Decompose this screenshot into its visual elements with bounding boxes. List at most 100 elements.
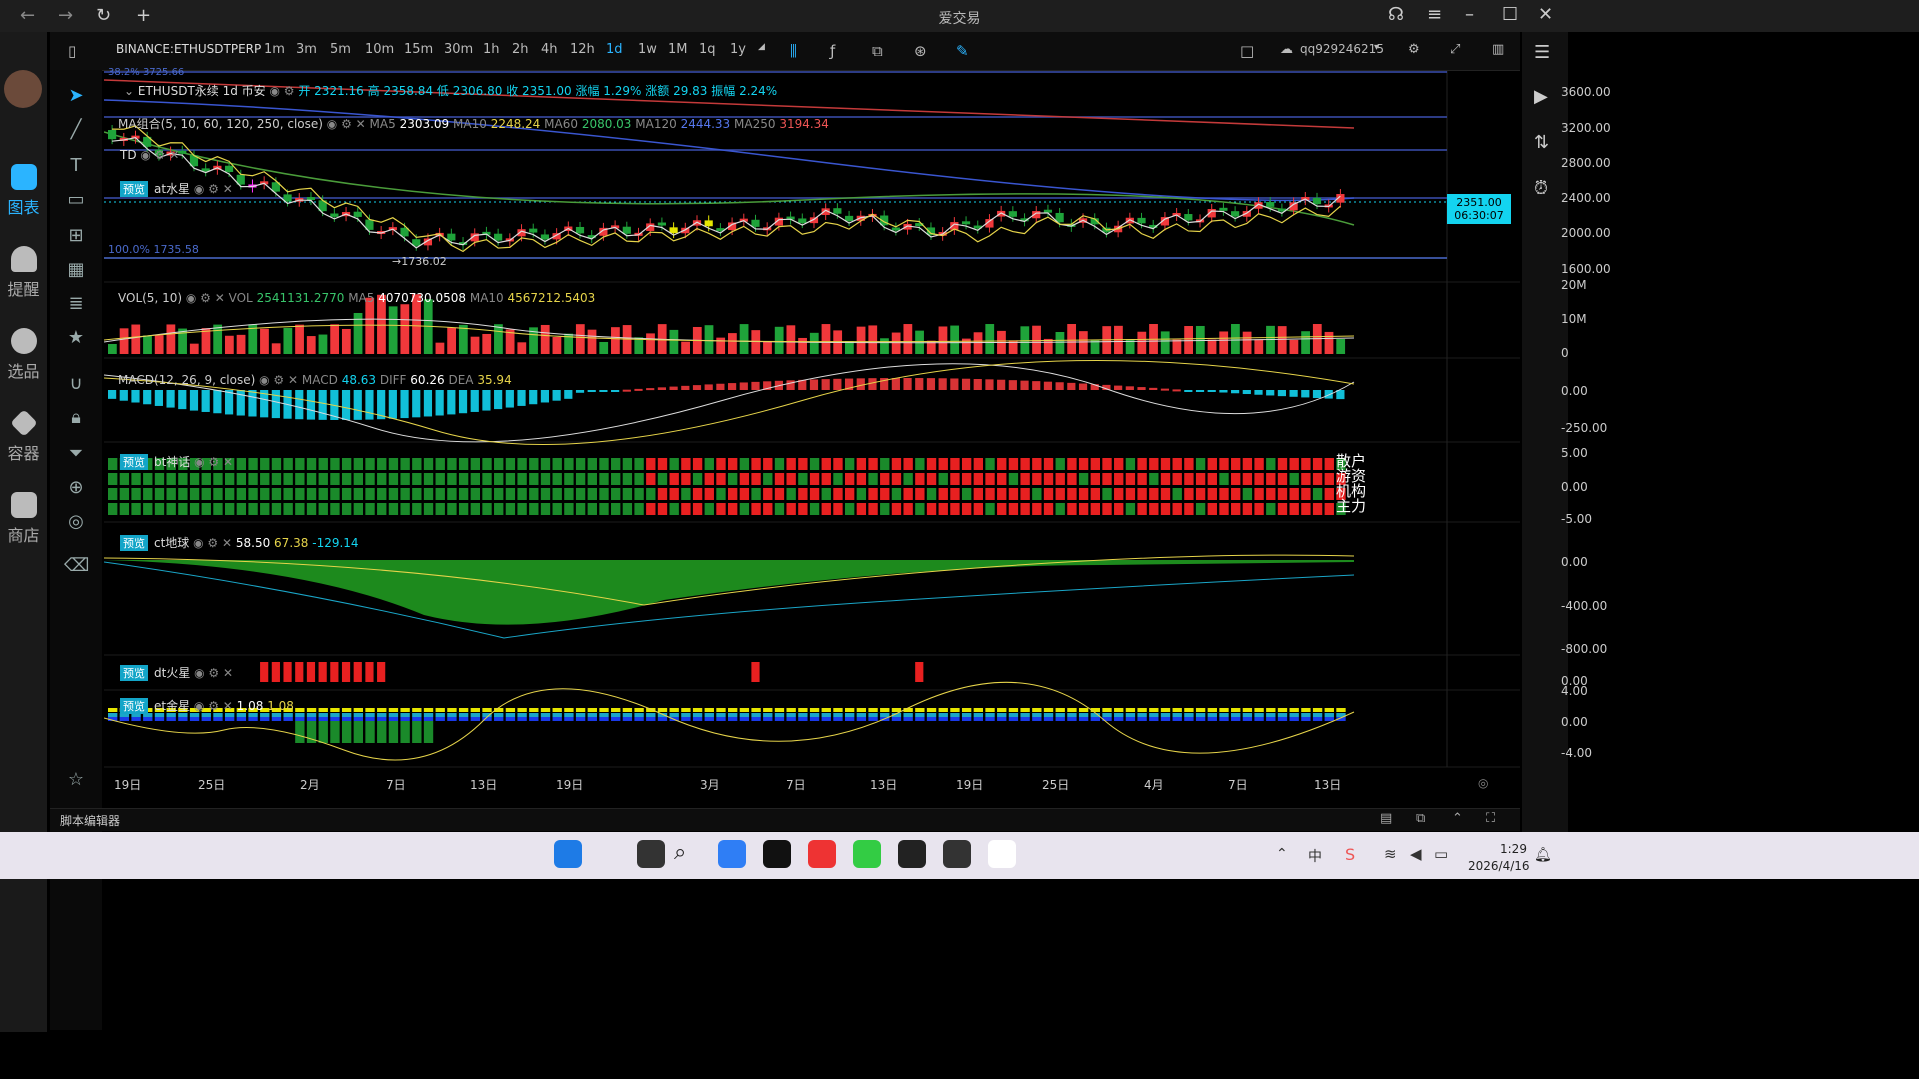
popout-icon[interactable]: ⧉ xyxy=(1416,811,1425,826)
chart-area[interactable]: 38.2% 3725.66 ⌄ ETHUSDT永续 1d 币安 ◉ ⚙ 开 23… xyxy=(104,67,1611,797)
bt-cell xyxy=(868,503,878,515)
lock-icon[interactable]: 🔒︎ xyxy=(64,406,88,430)
battery-icon[interactable]: ▭ xyxy=(1434,845,1448,863)
panel-layout-icon[interactable]: ▤ xyxy=(1380,811,1392,826)
eye-icon[interactable]: ◉ ⚙ xyxy=(270,84,299,98)
target-icon[interactable]: ⊕ xyxy=(64,476,88,500)
favorite-star-icon[interactable]: ☆ xyxy=(64,768,88,792)
candle-type-icon[interactable]: ⫼ xyxy=(790,42,797,60)
nav-item-store[interactable]: 商店 xyxy=(0,492,47,546)
star-icon[interactable]: ★ xyxy=(64,326,88,350)
table-icon[interactable]: ▦ xyxy=(64,258,88,282)
compare-icon[interactable]: ⧉ xyxy=(872,42,883,60)
headset-icon[interactable]: ☊ xyxy=(1388,4,1404,25)
chart-canvas[interactable] xyxy=(104,70,1520,797)
cloud-icon[interactable]: ☁ xyxy=(1280,42,1293,57)
tray-app-icon[interactable]: S xyxy=(1345,845,1355,864)
chevron-up-icon[interactable]: ⌃ xyxy=(1452,811,1463,826)
eye-off-icon[interactable]: ◎ xyxy=(64,510,88,534)
timeframe-1w[interactable]: 1w xyxy=(638,42,657,57)
at-controls-icon[interactable]: ◉ ⚙ ✕ xyxy=(190,182,233,196)
timeframe-5m[interactable]: 5m xyxy=(330,42,351,57)
text-icon[interactable]: T xyxy=(64,154,88,178)
start-icon[interactable] xyxy=(554,840,582,868)
search-icon[interactable]: ⌕ xyxy=(674,840,702,868)
rectangle-icon[interactable]: ▭ xyxy=(64,188,88,212)
nav-item-select[interactable]: 选品 xyxy=(0,328,47,382)
nav-item-alert[interactable]: 提醒 xyxy=(0,246,47,300)
app-icon[interactable] xyxy=(943,840,971,868)
magnet-icon[interactable]: ∪ xyxy=(64,372,88,396)
tiktok-icon[interactable] xyxy=(763,840,791,868)
trading-app-icon[interactable] xyxy=(898,840,926,868)
maximize-panel-icon[interactable]: ⛶ xyxy=(1486,811,1495,826)
watchlist-icon[interactable]: ☰ xyxy=(1534,42,1550,63)
qq-icon[interactable] xyxy=(988,840,1016,868)
settings-icon[interactable]: ⚙ xyxy=(1408,42,1420,57)
clock-time[interactable]: 1:29 xyxy=(1500,842,1527,856)
clock-date[interactable]: 2026/4/16 xyxy=(1468,859,1530,873)
timeframe-1h[interactable]: 1h xyxy=(483,42,500,57)
app-icon[interactable] xyxy=(637,840,665,868)
ma-controls-icon[interactable]: ◉ ⚙ ✕ xyxy=(327,117,370,131)
indicator-icon[interactable]: ƒ xyxy=(830,42,835,60)
messenger-icon[interactable] xyxy=(718,840,746,868)
replay-icon[interactable]: ⊛ xyxy=(914,42,927,60)
tray-chevron-icon[interactable]: ⌃ xyxy=(1276,846,1288,862)
maximize-icon[interactable]: ☐ xyxy=(1502,4,1518,25)
minimize-icon[interactable]: – xyxy=(1465,4,1474,25)
chevron-down-icon[interactable]: ▾ xyxy=(1374,42,1379,53)
line-icon[interactable]: ╱ xyxy=(64,118,88,142)
wps-icon[interactable] xyxy=(808,840,836,868)
timeframe-1q[interactable]: 1q xyxy=(699,42,716,57)
script-editor-tab[interactable]: 脚本编辑器 xyxy=(60,812,120,829)
close-icon[interactable]: ✕ xyxy=(1538,4,1553,25)
timeframe-30m[interactable]: 30m xyxy=(444,42,473,57)
chevron-down-icon[interactable]: ⌄ xyxy=(124,84,138,98)
et-controls-icon[interactable]: ◉ ⚙ ✕ xyxy=(190,699,237,713)
ime-icon[interactable]: 中 xyxy=(1308,846,1322,866)
timeframe-1d[interactable]: 1d xyxy=(606,42,623,57)
timeframe-12h[interactable]: 12h xyxy=(570,42,595,57)
drawing-icon[interactable]: ✎ xyxy=(956,42,969,60)
timeframe-1M[interactable]: 1M xyxy=(668,42,688,57)
fullscreen-box-icon[interactable]: □ xyxy=(1240,42,1254,60)
user-menu[interactable]: qq929246215 xyxy=(1300,42,1384,56)
trade-icon[interactable]: ⇅ xyxy=(1534,132,1549,153)
filter-icon[interactable]: ⏷ xyxy=(64,442,88,466)
timeframe-4h[interactable]: 4h xyxy=(541,42,558,57)
timeframe-1m[interactable]: 1m xyxy=(264,42,285,57)
timeframe-15m[interactable]: 15m xyxy=(404,42,433,57)
timeframe-2h[interactable]: 2h xyxy=(512,42,529,57)
time-axis[interactable]: 19日 25日 2月 7日 13日 19日 3月 7日 13日 19日 25日 … xyxy=(104,770,1520,797)
menu-icon[interactable]: ≡ xyxy=(1427,4,1442,25)
volume-icon[interactable]: ◀︎ xyxy=(1410,845,1422,863)
bt-controls-icon[interactable]: ◉ ⚙ ✕ xyxy=(190,455,233,469)
browser-icon[interactable] xyxy=(853,840,881,868)
vol-controls-icon[interactable]: ◉ ⚙ ✕ xyxy=(186,291,229,305)
timeframe-1y[interactable]: 1y xyxy=(730,42,746,57)
timeframe-10m[interactable]: 10m xyxy=(365,42,394,57)
axis-settings-icon[interactable]: ◎ xyxy=(1478,776,1488,790)
avatar[interactable] xyxy=(4,70,42,108)
nav-item-chart[interactable]: 图表 xyxy=(0,164,47,218)
cursor-icon[interactable]: ➤ xyxy=(64,84,88,108)
td-controls-icon[interactable]: ◉ ⚙ ✕ xyxy=(137,148,179,162)
symbol-selector[interactable]: BINANCE:ETHUSDTPERP xyxy=(116,42,261,56)
wifi-icon[interactable]: ≋ xyxy=(1384,845,1397,863)
nav-item-container[interactable]: 容器 xyxy=(0,409,47,464)
dt-controls-icon[interactable]: ◉ ⚙ ✕ xyxy=(190,666,233,680)
panel-icon[interactable]: ▥ xyxy=(1492,42,1504,57)
notification-icon[interactable]: 🔔︎ xyxy=(1534,847,1552,863)
play-icon[interactable]: ▶ xyxy=(1534,86,1548,107)
ct-controls-icon[interactable]: ◉ ⚙ ✕ xyxy=(189,536,236,550)
alarm-icon[interactable]: ⏰︎ xyxy=(1534,178,1548,199)
measure-icon[interactable]: ⊞ xyxy=(64,224,88,248)
expand-icon[interactable]: ⤢ xyxy=(1450,42,1460,57)
timeframe-more-icon[interactable]: ◢ xyxy=(758,42,765,52)
layout-icon[interactable]: ▯ xyxy=(68,42,76,60)
fib-icon[interactable]: ≣ xyxy=(64,292,88,316)
eraser-icon[interactable]: ⌫ xyxy=(64,554,89,578)
timeframe-3m[interactable]: 3m xyxy=(296,42,317,57)
macd-controls-icon[interactable]: ◉ ⚙ ✕ xyxy=(259,373,302,387)
